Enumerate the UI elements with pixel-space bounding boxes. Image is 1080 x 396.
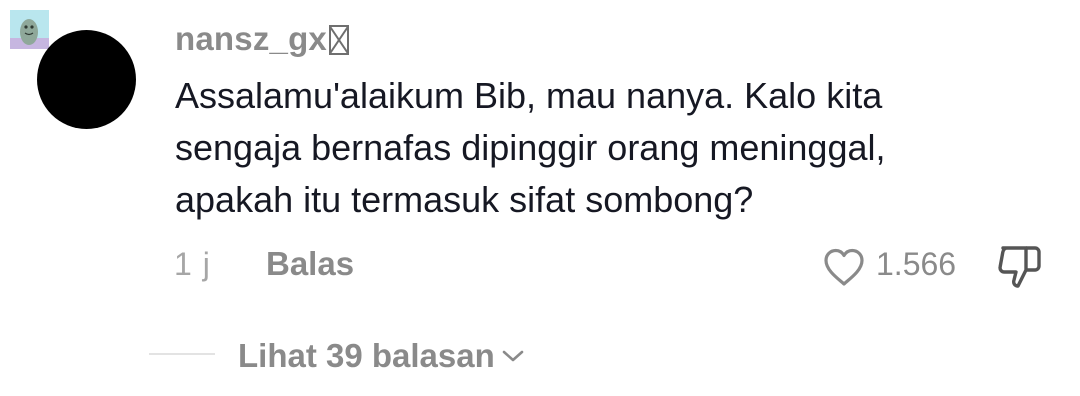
thumbs-down-icon [998,246,1041,288]
reply-button[interactable]: Balas [266,245,354,283]
sticker-thumbnail [10,10,49,49]
like-button[interactable] [820,243,868,291]
chevron-down-icon [501,334,525,372]
comment-username[interactable]: nansz_gx [175,20,349,58]
username-text: nansz_gx [175,20,327,57]
replies-divider [149,353,215,355]
view-replies-label: Lihat 39 balasan [238,337,495,374]
missing-glyph-icon [329,25,349,55]
like-count: 1.566 [876,246,957,282]
comment-timestamp: 1 j [174,246,211,282]
dislike-button[interactable] [994,240,1046,292]
view-replies-button[interactable]: Lihat 39 balasan [238,334,525,375]
heart-outline-icon [824,248,864,286]
avatar[interactable] [37,30,136,129]
comment-text: Assalamu'alaikum Bib, mau nanya. Kalo ki… [175,75,886,220]
